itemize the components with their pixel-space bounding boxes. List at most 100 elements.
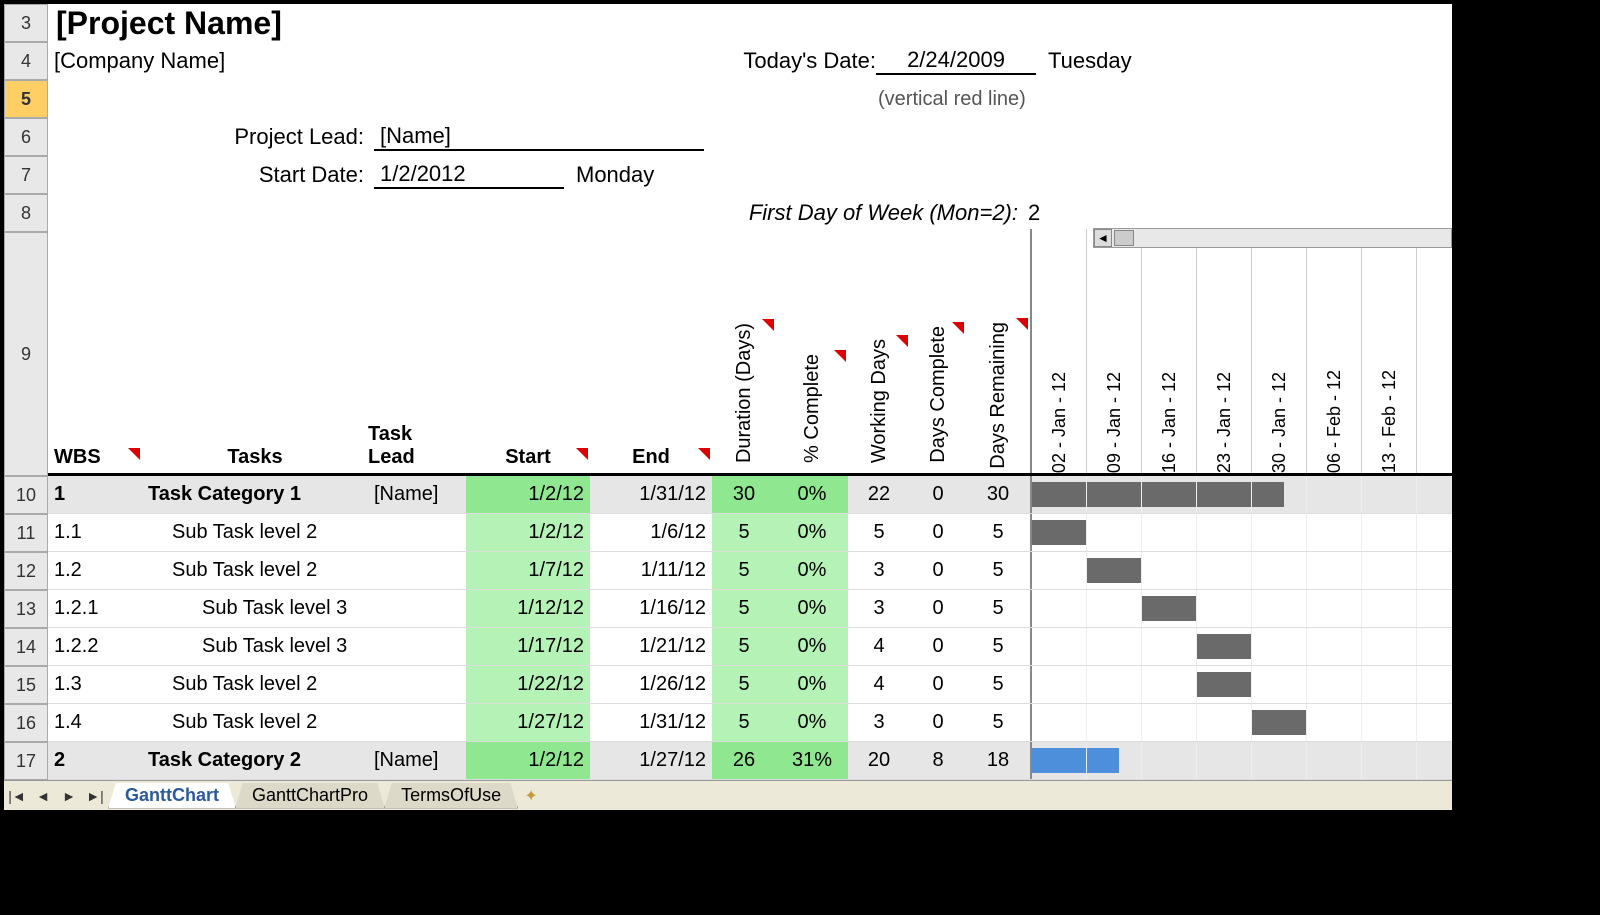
cell-wbs[interactable]: 1.3 [48,666,142,703]
cell-task[interactable]: Task Category 1 [142,476,368,513]
cell-start[interactable]: 1/12/12 [466,590,590,627]
cell-wbs[interactable]: 2 [48,742,142,779]
cell-task[interactable]: Sub Task level 3 [142,628,368,665]
col-wbs[interactable]: WBS [48,446,142,473]
cell-days-complete[interactable]: 0 [910,514,966,551]
cell-start[interactable]: 1/2/12 [466,514,590,551]
row-header-10[interactable]: 10 [4,476,48,514]
cell-percent[interactable]: 0% [776,704,848,741]
cell-task[interactable]: Sub Task level 2 [142,704,368,741]
row-header-15[interactable]: 15 [4,666,48,704]
new-sheet-icon[interactable]: ✦ [517,786,545,806]
tab-nav-prev-icon[interactable]: ◄ [31,784,55,808]
cell-wbs[interactable]: 1 [48,476,142,513]
gantt-week-header[interactable]: 16 - Jan - 12 [1142,229,1197,473]
cell-lead[interactable] [368,552,466,589]
sheet-tab-ganttchart[interactable]: GanttChart [108,783,236,809]
cell-days-complete[interactable]: 0 [910,590,966,627]
row-header-9[interactable]: 9 [4,232,48,476]
cell-start[interactable]: 1/2/12 [466,476,590,513]
cell-lead[interactable] [368,590,466,627]
cell-start[interactable]: 1/7/12 [466,552,590,589]
cell-lead[interactable]: [Name] [368,742,466,779]
row-header-8[interactable]: 8 [4,194,48,232]
cell-working-days[interactable]: 3 [848,590,910,627]
table-row[interactable]: 2Task Category 2[Name]1/2/121/27/122631%… [48,742,1452,780]
cell-working-days[interactable]: 3 [848,552,910,589]
cell-lead[interactable] [368,666,466,703]
cell-duration[interactable]: 5 [712,628,776,665]
table-row[interactable]: 1.2.2Sub Task level 31/17/121/21/1250%40… [48,628,1452,666]
cell-days-remaining[interactable]: 18 [966,742,1030,779]
cell-end[interactable]: 1/21/12 [590,628,712,665]
cell-days-complete[interactable]: 8 [910,742,966,779]
cell-wbs[interactable]: 1.4 [48,704,142,741]
row-header-12[interactable]: 12 [4,552,48,590]
today-date-value[interactable]: 2/24/2009 [876,47,1036,75]
cell-days-remaining[interactable]: 5 [966,590,1030,627]
cell-working-days[interactable]: 4 [848,666,910,703]
gantt-week-header[interactable]: 09 - Jan - 12 [1087,229,1142,473]
row-header-14[interactable]: 14 [4,628,48,666]
col-tasklead[interactable]: Task Lead [368,423,466,473]
project-title[interactable]: [Project Name] [48,4,1452,42]
cell-percent[interactable]: 0% [776,590,848,627]
cell-lead[interactable] [368,628,466,665]
cell-task[interactable]: Sub Task level 2 [142,666,368,703]
first-day-of-week-value[interactable]: 2 [1028,200,1040,226]
scroll-left-icon[interactable]: ◄ [1094,229,1112,247]
cell-end[interactable]: 1/27/12 [590,742,712,779]
cell-days-remaining[interactable]: 5 [966,552,1030,589]
row-header-13[interactable]: 13 [4,590,48,628]
cell-days-remaining[interactable]: 5 [966,666,1030,703]
company-name[interactable]: [Company Name] [48,48,358,74]
gantt-week-header[interactable]: 02 - Jan - 12 [1032,229,1087,473]
table-row[interactable]: 1.2.1Sub Task level 31/12/121/16/1250%30… [48,590,1452,628]
cell-percent[interactable]: 0% [776,628,848,665]
cell-end[interactable]: 1/31/12 [590,704,712,741]
cell-wbs[interactable]: 1.2.1 [48,590,142,627]
cell-duration[interactable]: 26 [712,742,776,779]
cell-days-complete[interactable]: 0 [910,476,966,513]
cell-percent[interactable]: 0% [776,552,848,589]
cell-start[interactable]: 1/27/12 [466,704,590,741]
cell-task[interactable]: Sub Task level 3 [142,590,368,627]
cell-start[interactable]: 1/22/12 [466,666,590,703]
cell-task[interactable]: Sub Task level 2 [142,514,368,551]
col-tasks[interactable]: Tasks [142,446,368,473]
row-header-17[interactable]: 17 [4,742,48,780]
start-date-value[interactable]: 1/2/2012 [374,161,564,189]
sheet-tab-ganttchartpro[interactable]: GanttChartPro [235,783,385,809]
cell-end[interactable]: 1/26/12 [590,666,712,703]
gantt-week-header[interactable]: 13 - Feb - 12 [1362,229,1417,473]
cell-days-remaining[interactable]: 5 [966,514,1030,551]
cell-wbs[interactable]: 1.2 [48,552,142,589]
tab-nav-last-icon[interactable]: ►| [83,784,107,808]
cell-start[interactable]: 1/17/12 [466,628,590,665]
table-row[interactable]: 1.3Sub Task level 21/22/121/26/1250%405 [48,666,1452,704]
cell-end[interactable]: 1/6/12 [590,514,712,551]
col-days-complete[interactable]: Days Complete [910,320,966,473]
table-row[interactable]: 1.4Sub Task level 21/27/121/31/1250%305 [48,704,1452,742]
cell-lead[interactable]: [Name] [368,476,466,513]
scroll-thumb[interactable] [1114,230,1134,246]
cell-days-complete[interactable]: 0 [910,628,966,665]
row-header-7[interactable]: 7 [4,156,48,194]
col-percent-complete[interactable]: % Complete [776,348,848,473]
tab-nav-next-icon[interactable]: ► [57,784,81,808]
cell-percent[interactable]: 0% [776,476,848,513]
row-header-11[interactable]: 11 [4,514,48,552]
project-lead-value[interactable]: [Name] [374,123,704,151]
col-duration[interactable]: Duration (Days) [712,317,776,473]
cell-duration[interactable]: 5 [712,590,776,627]
col-days-remaining[interactable]: Days Remaining [966,316,1030,473]
gantt-week-header[interactable]: 23 - Jan - 12 [1197,229,1252,473]
gantt-week-header[interactable]: 06 - Feb - 12 [1307,229,1362,473]
row-header-16[interactable]: 16 [4,704,48,742]
cell-working-days[interactable]: 5 [848,514,910,551]
cell-end[interactable]: 1/16/12 [590,590,712,627]
gantt-week-header[interactable]: 30 - Jan - 12 [1252,229,1307,473]
cell-percent[interactable]: 0% [776,514,848,551]
col-working-days[interactable]: Working Days [848,333,910,473]
cell-days-complete[interactable]: 0 [910,704,966,741]
